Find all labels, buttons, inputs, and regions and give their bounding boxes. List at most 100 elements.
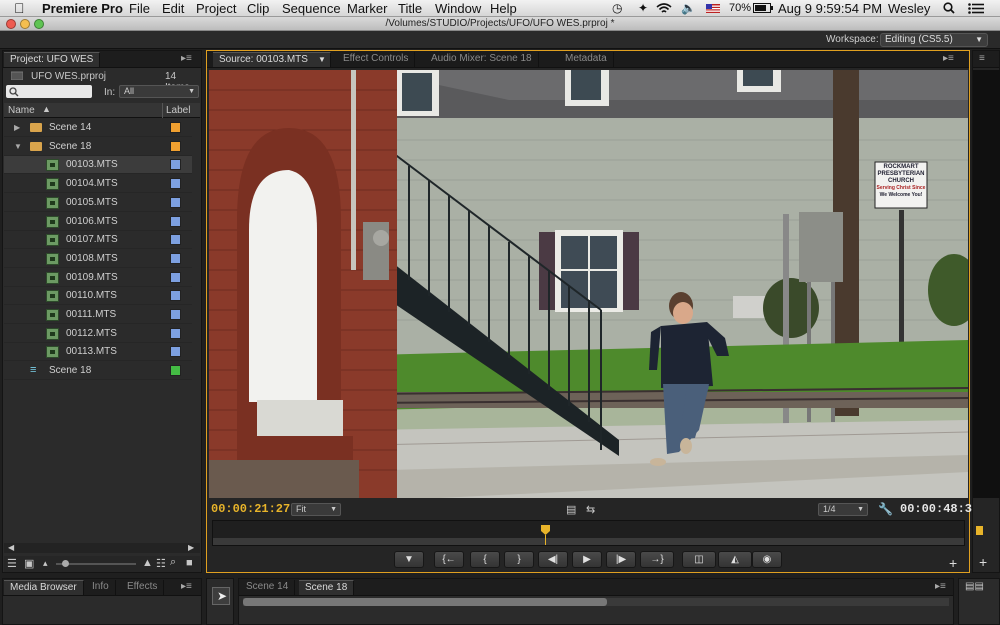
playhead-marker[interactable] (541, 525, 550, 535)
menu-marker[interactable]: Marker (347, 1, 387, 16)
minimize-window-button[interactable] (20, 19, 30, 29)
button-editor-plus-icon[interactable]: + (949, 555, 957, 571)
close-window-button[interactable] (6, 19, 16, 29)
find-icon[interactable]: ⌕ (170, 556, 176, 569)
disclosure-expanded-icon[interactable]: ▼ (14, 142, 22, 151)
clip-row[interactable]: 00106.MTS (4, 213, 192, 231)
clip-row[interactable]: 00103.MTS (4, 156, 192, 175)
panel-menu-icon[interactable]: ▤▤ (965, 581, 984, 592)
label-color-swatch[interactable] (170, 309, 181, 320)
insert-button[interactable]: ◫ (682, 551, 716, 568)
sort-ascending-icon[interactable]: ▲ (42, 104, 51, 114)
menu-help[interactable]: Help (490, 1, 517, 16)
timeline-zoom-scrollbar[interactable] (243, 598, 949, 606)
column-divider[interactable] (162, 103, 163, 118)
label-color-swatch[interactable] (170, 215, 181, 227)
list-view-icon[interactable]: ☰ (7, 557, 17, 570)
apple-icon[interactable]:  (14, 0, 25, 16)
menu-file[interactable]: File (129, 1, 150, 16)
zoom-slider[interactable] (56, 560, 136, 567)
tab-scene-14[interactable]: Scene 14 (240, 580, 296, 595)
clip-row[interactable]: 00113.MTS (4, 343, 192, 362)
label-color-swatch[interactable] (170, 365, 181, 377)
disclosure-collapsed-icon[interactable]: ▶ (14, 123, 20, 132)
menu-sequence[interactable]: Sequence (282, 1, 341, 16)
label-color-swatch[interactable] (170, 178, 181, 190)
label-color-swatch[interactable] (170, 290, 181, 302)
icon-view-icon[interactable]: ▣ (24, 557, 34, 570)
scroll-left-icon[interactable]: ◀ (8, 543, 14, 552)
program-playhead-marker[interactable] (976, 526, 983, 535)
clip-row[interactable]: 00105.MTS (4, 194, 192, 212)
panel-menu-icon[interactable]: ≡ (979, 53, 985, 64)
search-input[interactable] (6, 85, 92, 98)
tab-media-browser[interactable]: Media Browser (4, 580, 84, 595)
new-bin-icon[interactable]: ■ (186, 557, 193, 569)
tab-info[interactable]: Info (86, 580, 116, 595)
mark-in-button[interactable]: { (470, 551, 500, 568)
bin-row[interactable]: ▼ Scene 18 (4, 138, 192, 156)
label-color-swatch[interactable] (170, 234, 181, 246)
zoom-in-icon[interactable]: ▲ (142, 557, 153, 569)
menu-title[interactable]: Title (398, 1, 422, 16)
clip-row[interactable]: 00111.MTS (4, 306, 192, 324)
step-forward-button[interactable]: |▶ (606, 551, 636, 568)
panel-menu-icon[interactable]: ▸≡ (181, 581, 192, 592)
automate-to-sequence-icon[interactable]: ☷ (156, 557, 166, 570)
timeline-scroll-thumb[interactable] (243, 598, 607, 606)
in-select[interactable]: All ▼ (119, 85, 199, 98)
step-back-button[interactable]: ◀| (538, 551, 568, 568)
program-plus-icon[interactable]: + (979, 554, 987, 570)
clip-row[interactable]: 00108.MTS (4, 250, 192, 268)
panel-menu-icon[interactable]: ▸≡ (935, 581, 946, 592)
menu-edit[interactable]: Edit (162, 1, 184, 16)
label-color-swatch[interactable] (170, 140, 181, 152)
user-name[interactable]: Wesley (888, 1, 930, 16)
wifi-icon[interactable] (656, 2, 672, 14)
tab-effect-controls[interactable]: Effect Controls (337, 52, 416, 67)
horizontal-scrollbar[interactable]: ◀ ▶ (4, 543, 200, 553)
clip-row[interactable]: 00107.MTS (4, 231, 192, 250)
time-machine-icon[interactable]: ◷ (612, 1, 622, 15)
label-color-swatch[interactable] (170, 122, 181, 133)
spotlight-search-icon[interactable] (943, 2, 955, 14)
drag-video-icon[interactable]: ▤ (566, 503, 576, 516)
notification-center-icon[interactable] (968, 3, 984, 14)
menu-project[interactable]: Project (196, 1, 236, 16)
label-color-swatch[interactable] (170, 271, 181, 283)
sequence-row[interactable]: ≡ Scene 18 (4, 362, 192, 381)
panel-menu-icon[interactable]: ▸≡ (181, 53, 192, 64)
volume-icon[interactable]: 🔈 (681, 1, 696, 15)
name-column-header[interactable]: Name (8, 105, 35, 116)
label-color-swatch[interactable] (170, 196, 181, 208)
clip-row[interactable]: 00104.MTS (4, 175, 192, 194)
scroll-right-icon[interactable]: ▶ (188, 543, 194, 552)
tab-audio-mixer[interactable]: Audio Mixer: Scene 18 (425, 52, 539, 67)
label-color-swatch[interactable] (170, 252, 181, 264)
go-to-out-button[interactable]: →} (640, 551, 674, 568)
label-color-swatch[interactable] (170, 346, 181, 358)
zoom-fit-select[interactable]: Fit ▼ (291, 503, 341, 516)
drag-audio-icon[interactable]: ⇆ (586, 503, 595, 516)
program-video-frame[interactable] (973, 70, 1000, 498)
go-to-in-button[interactable]: {← (434, 551, 464, 568)
source-time-ruler[interactable] (212, 520, 965, 546)
add-marker-button[interactable]: ▼ (394, 551, 424, 568)
clip-row[interactable]: 00109.MTS (4, 269, 192, 287)
zoom-slider-handle[interactable] (62, 560, 69, 567)
clip-row[interactable]: 00110.MTS (4, 287, 192, 306)
label-color-swatch[interactable] (170, 327, 181, 339)
battery-icon[interactable] (753, 3, 773, 13)
workspace-select[interactable]: Editing (CS5.5) ▼ (880, 33, 988, 47)
tab-effects[interactable]: Effects (121, 580, 165, 595)
export-frame-button[interactable]: ◉ (752, 551, 782, 568)
mark-out-button[interactable]: } (504, 551, 534, 568)
panel-menu-icon[interactable]: ▸≡ (943, 53, 954, 64)
play-button[interactable]: ▶ (572, 551, 602, 568)
menu-app-name[interactable]: Premiere Pro (42, 1, 123, 16)
bluetooth-icon[interactable]: ✦ (638, 1, 648, 15)
clock[interactable]: Aug 9 9:59:54 PM (778, 1, 882, 16)
chevron-down-icon[interactable]: ▼ (318, 53, 326, 67)
tab-scene-18[interactable]: Scene 18 (299, 580, 355, 595)
source-video-frame[interactable]: ROCKMART PRESBYTERIAN CHURCH Serving Chr… (209, 70, 968, 498)
